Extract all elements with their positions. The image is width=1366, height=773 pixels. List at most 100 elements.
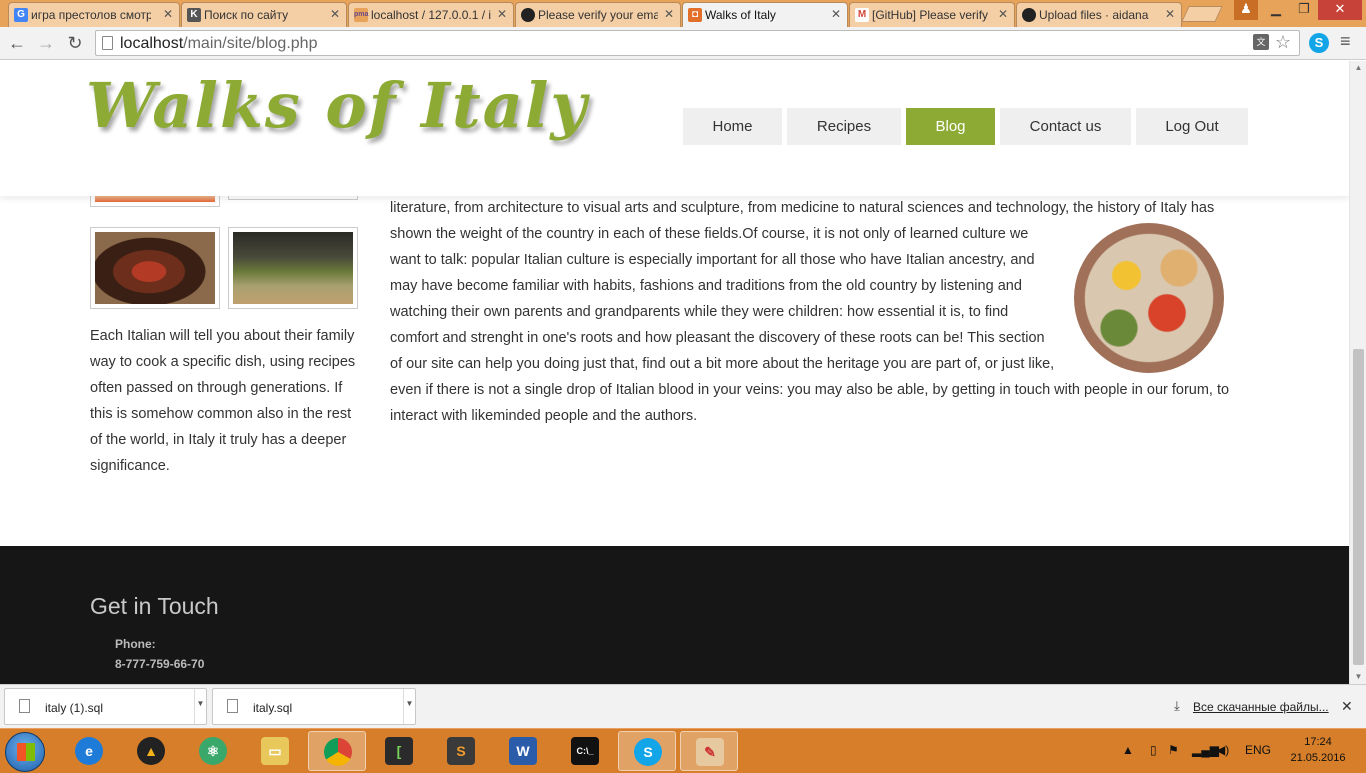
tab-site-search[interactable]: K Поиск по сайту ✕	[181, 2, 347, 27]
file-icon	[227, 699, 238, 713]
food-image	[95, 232, 215, 304]
folder-icon: ▭	[261, 737, 289, 765]
bookmark-star-icon[interactable]: ☆	[1275, 32, 1291, 53]
close-icon[interactable]: ✕	[1341, 698, 1353, 715]
forward-icon[interactable]: →	[35, 33, 57, 54]
download-shelf: italy (1).sql ▼ italy.sql ▼ ⤓ Все скачан…	[0, 684, 1366, 728]
chrome-menu-icon[interactable]: ≡	[1340, 31, 1351, 52]
site-logo[interactable]: Walks of Italy	[86, 69, 588, 142]
minimize-button[interactable]: ▁	[1262, 0, 1290, 20]
sidebar-paragraph: Each Italian will tell you about their f…	[90, 328, 356, 474]
page-scrollbar[interactable]: ▲ ▼	[1349, 61, 1366, 684]
reload-icon[interactable]: ↻	[64, 33, 86, 54]
clock-date: 21.05.2016	[1290, 752, 1346, 764]
close-icon[interactable]: ✕	[497, 7, 507, 21]
close-icon[interactable]: ✕	[998, 7, 1008, 21]
nav-home[interactable]: Home	[683, 108, 782, 145]
windows-taskbar: e ▲ ⚛ ▭ [ S W C:\_ S ✎ ▲ ▯ ⚑ ▂▄▆ ◀) ENG …	[0, 728, 1366, 773]
cmd-icon: C:\_	[571, 737, 599, 765]
scroll-down-icon[interactable]: ▼	[1350, 670, 1366, 684]
chevron-down-icon[interactable]: ▼	[403, 689, 415, 724]
tab-github-verify[interactable]: Please verify your email ✕	[515, 2, 681, 27]
back-icon[interactable]: ←	[6, 33, 28, 54]
taskbar-ie[interactable]: e	[60, 731, 118, 771]
gallery-thumb[interactable]	[90, 227, 220, 309]
clock-time: 17:24	[1304, 736, 1332, 748]
tab-title: игра престолов смотреть	[31, 8, 151, 22]
language-indicator[interactable]: ENG	[1245, 743, 1271, 757]
article-first-line: literature, from architecture to visual …	[390, 200, 1215, 216]
phpmyadmin-icon: pma	[354, 8, 368, 22]
tab-upload-files[interactable]: Upload files · aidana ✕	[1016, 2, 1182, 27]
tab-phpmyadmin[interactable]: pma localhost / 127.0.0.1 / italy ✕	[348, 2, 514, 27]
close-icon[interactable]: ✕	[330, 7, 340, 21]
tray-expand-icon[interactable]: ▲	[1122, 743, 1134, 757]
new-tab-button[interactable]	[1181, 6, 1223, 22]
close-icon[interactable]: ✕	[831, 7, 841, 21]
atom-icon: ⚛	[199, 737, 227, 765]
taskbar-aimp[interactable]: ▲	[122, 731, 180, 771]
tab-title: localhost / 127.0.0.1 / italy	[371, 8, 491, 22]
skype-extension-icon[interactable]: S	[1309, 33, 1329, 53]
site-footer: Get in Touch Phone: 8-777-759-66-70	[0, 546, 1349, 684]
tab-title: Walks of Italy	[705, 8, 776, 22]
taskbar-chrome[interactable]	[308, 731, 366, 771]
nav-recipes[interactable]: Recipes	[787, 108, 901, 145]
user-icon[interactable]: ♟	[1234, 0, 1258, 20]
tab-strip: G игра престолов смотреть ✕ K Поиск по с…	[0, 0, 1366, 27]
phone-label: Phone:	[115, 637, 156, 651]
download-item[interactable]: italy.sql ▼	[212, 688, 416, 725]
scroll-thumb[interactable]	[1353, 349, 1364, 665]
tab-title: [GitHub] Please verify	[872, 8, 989, 22]
taskbar-atom[interactable]: ⚛	[184, 731, 242, 771]
chrome-icon	[324, 738, 352, 766]
address-bar[interactable]: localhost/main/site/blog.php 文 ☆	[95, 30, 1300, 56]
google-icon: G	[14, 8, 28, 22]
download-icon: ⤓	[1174, 698, 1180, 713]
gallery-thumb[interactable]	[228, 227, 358, 309]
url-text[interactable]: localhost/main/site/blog.php	[120, 35, 317, 53]
translate-icon[interactable]: 文	[1253, 34, 1269, 50]
close-icon[interactable]: ✕	[1165, 7, 1175, 21]
nav-blog[interactable]: Blog	[906, 108, 995, 145]
url-path: /main/site/blog.php	[183, 35, 318, 52]
close-icon[interactable]: ✕	[664, 7, 674, 21]
tab-title: Upload files · aidana	[1039, 8, 1149, 22]
word-icon: W	[509, 737, 537, 765]
maximize-button[interactable]: ❐	[1290, 0, 1318, 20]
volume-icon[interactable]: ◀)	[1216, 743, 1229, 757]
tab-title: Please verify your email	[538, 8, 658, 22]
show-all-downloads-link[interactable]: Все скачанные файлы...	[1193, 700, 1329, 714]
taskbar-cmd[interactable]: C:\_	[556, 731, 614, 771]
nav-contact-us[interactable]: Contact us	[1000, 108, 1131, 145]
tab-walks-of-italy[interactable]: ◘ Walks of Italy ✕	[682, 2, 848, 27]
site-header: Walks of Italy Home Recipes Blog Contact…	[0, 61, 1349, 196]
tab-got-search[interactable]: G игра престолов смотреть ✕	[8, 2, 180, 27]
chevron-down-icon[interactable]: ▼	[194, 689, 206, 724]
terminal-editor-icon: [	[385, 737, 413, 765]
ie-icon: e	[75, 737, 103, 765]
blog-article: literature, from architecture to visual …	[390, 195, 1230, 429]
nav-log-out[interactable]: Log Out	[1136, 108, 1248, 145]
window-close-button[interactable]: ✕	[1318, 0, 1362, 20]
taskbar-explorer[interactable]: ▭	[246, 731, 304, 771]
taskbar-paint[interactable]: ✎	[680, 731, 738, 771]
k-favicon-icon: K	[187, 8, 201, 22]
file-icon	[19, 699, 30, 713]
scroll-up-icon[interactable]: ▲	[1350, 61, 1366, 75]
battery-icon[interactable]: ▯	[1150, 743, 1157, 757]
close-icon[interactable]: ✕	[163, 7, 173, 21]
start-button[interactable]	[5, 732, 45, 772]
download-item[interactable]: italy (1).sql ▼	[4, 688, 207, 725]
taskbar-sublime[interactable]: S	[432, 731, 490, 771]
network-icon[interactable]: ▂▄▆	[1192, 743, 1219, 757]
taskbar-skype[interactable]: S	[618, 731, 676, 771]
system-clock[interactable]: 17:24 21.05.2016	[1283, 734, 1353, 766]
site-favicon-icon: ◘	[688, 8, 702, 22]
taskbar-editor[interactable]: [	[370, 731, 428, 771]
flag-icon[interactable]: ⚑	[1168, 743, 1179, 757]
tab-gmail[interactable]: M [GitHub] Please verify ✕	[849, 2, 1015, 27]
taskbar-word[interactable]: W	[494, 731, 552, 771]
url-host: localhost	[120, 35, 184, 52]
footer-title: Get in Touch	[90, 593, 219, 619]
